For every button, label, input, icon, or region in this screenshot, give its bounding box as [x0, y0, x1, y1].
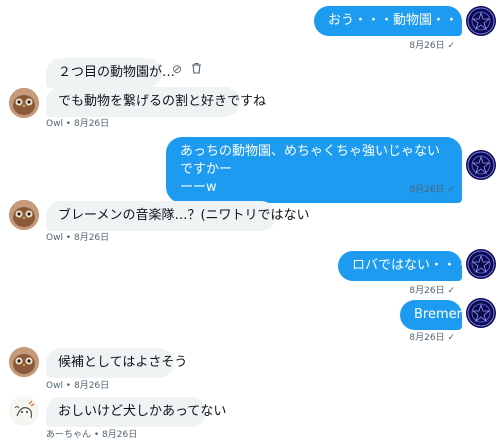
avatar[interactable] — [466, 150, 496, 180]
message-bubble-incoming[interactable]: ブレーメンの音楽隊…？(ニワトリではない — [46, 201, 310, 231]
avatar[interactable] — [466, 6, 496, 36]
message-bubble-incoming[interactable]: おしいけど犬しかあってない — [46, 397, 226, 427]
message-sender-timestamp: あーちゃん • 8月26日 — [46, 430, 138, 440]
message-timestamp: 8月26日 ✓ — [409, 185, 455, 195]
message-sender-timestamp: Owl • 8月26日 — [46, 381, 110, 391]
avatar[interactable] — [9, 347, 39, 377]
block-icon[interactable]: ⊘ — [172, 62, 182, 76]
message-bubble-outgoing[interactable]: おう・・・動物園・・・ — [314, 6, 471, 36]
message-text-line: あっちの動物園、めちゃくちゃ強いじゃないですかー — [180, 144, 441, 177]
message-timestamp: 8月26日 ✓ — [409, 333, 455, 343]
avatar[interactable] — [9, 200, 39, 230]
trash-icon[interactable] — [191, 62, 202, 77]
message-bubble-incoming[interactable]: 候補としてはよさそう — [46, 348, 187, 378]
message-bubble-outgoing[interactable]: ロバではない・・・ — [338, 251, 469, 281]
message-bubble-incoming[interactable]: でも動物を繋げるの割と好きですね — [46, 87, 266, 117]
message-sender-timestamp: Owl • 8月26日 — [46, 233, 110, 243]
avatar[interactable] — [466, 298, 496, 328]
message-bubble-incoming[interactable]: ２つ目の動物園が… — [46, 58, 175, 88]
message-bubble-outgoing[interactable]: Bremen — [400, 300, 465, 330]
message-sender-timestamp: Owl • 8月26日 — [46, 119, 110, 129]
avatar[interactable] — [466, 249, 496, 279]
message-text-line: ーーw — [180, 180, 217, 195]
message-timestamp: 8月26日 ✓ — [409, 286, 455, 296]
avatar[interactable] — [9, 396, 39, 426]
message-timestamp: 8月26日 ✓ — [409, 41, 455, 51]
avatar[interactable] — [9, 88, 39, 118]
